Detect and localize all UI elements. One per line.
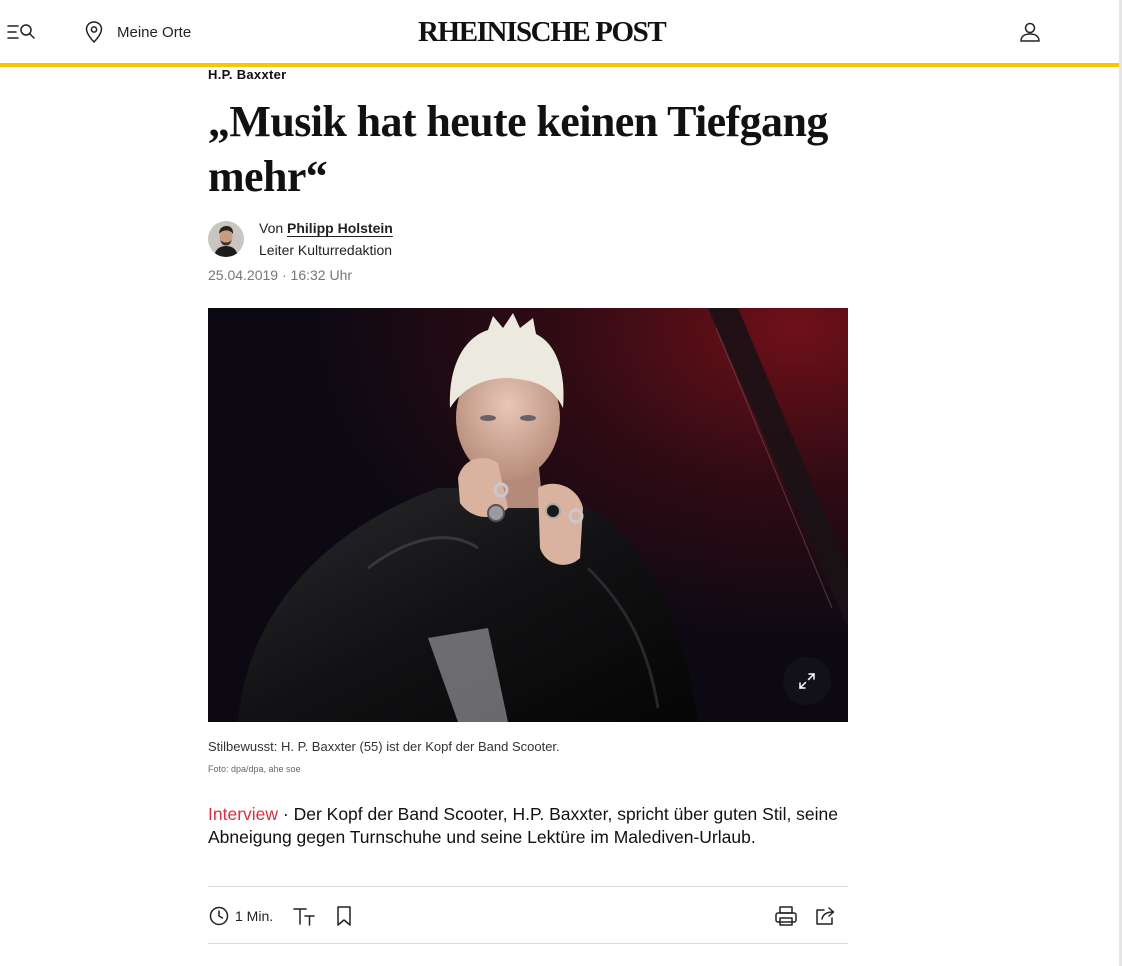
font-size-button[interactable] <box>292 900 316 932</box>
date-separator: · <box>281 267 287 283</box>
font-size-icon <box>293 908 315 926</box>
menu-search-icon <box>7 24 35 39</box>
author-name-link[interactable]: Philipp Holstein <box>287 220 393 236</box>
my-places-label: Meine Orte <box>117 23 192 41</box>
clock-icon <box>209 906 229 926</box>
brand-logo[interactable]: RHEINISCHE POST <box>418 14 667 50</box>
author-prefix: Von <box>259 220 284 236</box>
toolbar-divider-top <box>208 886 848 887</box>
print-button[interactable] <box>774 900 798 932</box>
teaser-text: Der Kopf der Band Scooter, H.P. Baxxter,… <box>208 804 839 847</box>
author-avatar[interactable] <box>208 221 244 257</box>
article-headline: „Musik hat heute keinen Tiefgang mehr“ <box>208 97 828 201</box>
menu-search-button[interactable] <box>6 20 38 44</box>
user-icon <box>1020 22 1040 42</box>
image-credit: Foto: dpa/dpa, ahe soe <box>208 764 301 774</box>
bookmark-button[interactable] <box>334 900 354 932</box>
expand-icon <box>799 673 815 689</box>
teaser-tag: Interview <box>208 804 279 824</box>
publish-time: 16:32 Uhr <box>290 267 353 283</box>
header-accent-line <box>0 63 1119 67</box>
publish-date: 25.04.2019 <box>208 267 279 283</box>
teaser-separator: · <box>278 804 294 824</box>
article-toolbar: 1 Min. <box>208 900 848 932</box>
my-places-button[interactable]: Meine Orte <box>84 20 191 44</box>
map-pin-icon <box>85 21 103 44</box>
image-caption: Stilbewusst: H. P. Baxxter (55) ist der … <box>208 739 560 754</box>
publish-dateline: 25.04.2019 · 16:32 Uhr <box>208 267 352 283</box>
article-kicker: H.P. Baxxter <box>208 67 287 82</box>
reading-time-label: 1 Min. <box>235 908 274 924</box>
share-icon <box>816 907 835 925</box>
print-icon <box>775 906 797 926</box>
article-teaser: Interview · Der Kopf der Band Scooter, H… <box>208 803 848 849</box>
user-account-button[interactable] <box>1018 20 1042 44</box>
author-role: Leiter Kulturredaktion <box>259 242 393 258</box>
bookmark-icon <box>337 906 351 926</box>
share-button[interactable] <box>814 900 838 932</box>
expand-image-button[interactable] <box>783 657 831 705</box>
hero-image[interactable] <box>208 308 848 722</box>
toolbar-divider-bottom <box>208 943 848 944</box>
reading-time: 1 Min. <box>208 900 273 932</box>
author-byline: Von Philipp Holstein <box>259 220 393 236</box>
